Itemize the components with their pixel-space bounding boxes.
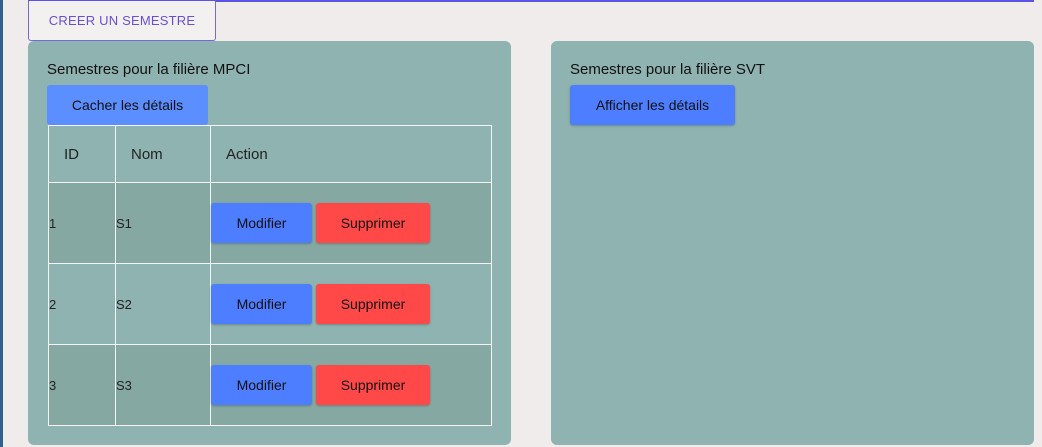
table-row: 3 S3 Modifier Supprimer <box>48 344 492 426</box>
cell-id: 1 <box>48 182 116 264</box>
edit-button[interactable]: Modifier <box>211 203 312 243</box>
right-page-margin <box>1034 0 1042 447</box>
column-header-nom: Nom <box>115 125 211 183</box>
card-filiere-mpci: Semestres pour la filière MPCI Cacher le… <box>28 41 511 445</box>
cell-actions: Modifier Supprimer <box>210 263 492 345</box>
delete-button[interactable]: Supprimer <box>316 203 430 243</box>
delete-button[interactable]: Supprimer <box>316 365 430 405</box>
card-title-mpci: Semestres pour la filière MPCI <box>47 61 251 78</box>
column-header-id: ID <box>48 125 116 183</box>
delete-button[interactable]: Supprimer <box>316 284 430 324</box>
table-row: 2 S2 Modifier Supprimer <box>48 263 492 345</box>
edit-button[interactable]: Modifier <box>211 365 312 405</box>
card-title-svt: Semestres pour la filière SVT <box>570 61 766 78</box>
cell-nom: S3 <box>115 344 211 426</box>
table-row: 1 S1 Modifier Supprimer <box>48 182 492 264</box>
edit-button[interactable]: Modifier <box>211 284 312 324</box>
cell-id: 2 <box>48 263 116 345</box>
semesters-table: ID Nom Action 1 S1 Modifier Supprimer 2 … <box>48 125 492 426</box>
cell-nom: S1 <box>115 182 211 264</box>
left-window-edge <box>0 0 3 447</box>
hide-details-button[interactable]: Cacher les détails <box>47 85 208 125</box>
cell-actions: Modifier Supprimer <box>210 344 492 426</box>
cell-actions: Modifier Supprimer <box>210 182 492 264</box>
cell-id: 3 <box>48 344 116 426</box>
card-filiere-svt: Semestres pour la filière SVT Afficher l… <box>551 41 1034 445</box>
show-details-button[interactable]: Afficher les détails <box>570 85 735 125</box>
create-semester-button[interactable]: CREER UN SEMESTRE <box>28 1 216 41</box>
column-header-action: Action <box>210 125 492 183</box>
table-header-row: ID Nom Action <box>48 125 492 183</box>
cell-nom: S2 <box>115 263 211 345</box>
